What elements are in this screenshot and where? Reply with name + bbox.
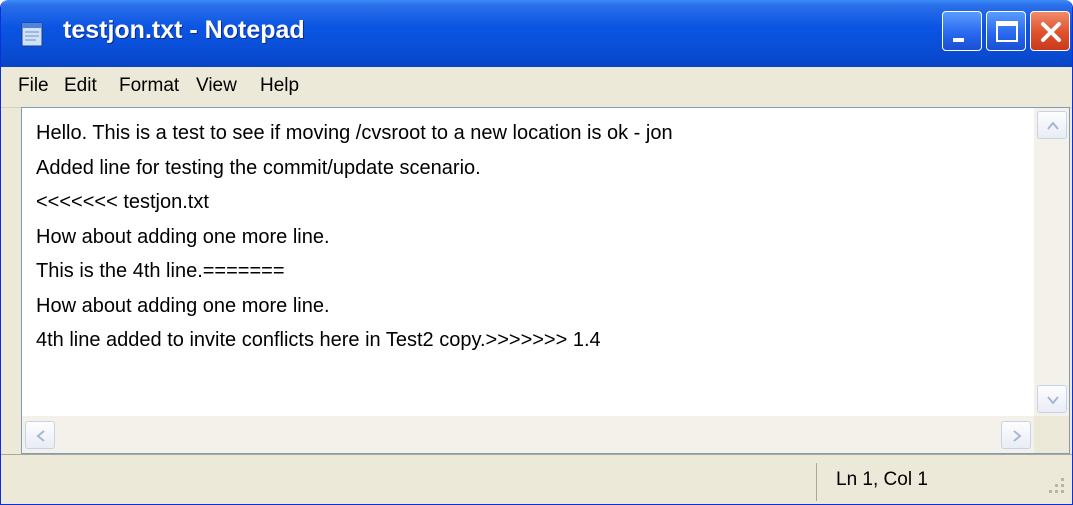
scrollbar-corner [1034,416,1069,453]
menu-view[interactable]: View [196,75,237,97]
cursor-position: Ln 1, Col 1 [836,469,928,490]
text-line: 4th line added to invite conflicts here … [36,329,601,351]
minimize-button[interactable] [942,11,982,51]
vertical-scrollbar[interactable] [1034,108,1069,416]
menu-edit[interactable]: Edit [64,75,97,97]
text-line: Added line for testing the commit/update… [36,156,481,179]
maximize-icon [996,21,1018,42]
menu-format[interactable]: Format [119,75,179,97]
title-bar[interactable]: testjon.txt - Notepad [1,0,1072,67]
text-line: <<<<<<< testjon.txt [36,191,209,213]
horizontal-scrollbar[interactable] [22,416,1034,453]
notepad-window: testjon.txt - Notepad File Edit Format V… [0,0,1073,505]
window-title: testjon.txt - Notepad [63,16,305,44]
arrow-up-icon [1047,121,1059,130]
close-button[interactable] [1030,11,1070,51]
arrow-down-icon [1047,396,1059,405]
minimize-icon [953,38,964,42]
arrow-left-icon [36,430,45,442]
status-divider [816,463,817,501]
text-line: How about adding one more line. [36,294,330,317]
editor-text-area[interactable]: Hello. This is a test to see if moving /… [22,108,1034,416]
scroll-down-button[interactable] [1037,385,1067,413]
notepad-icon[interactable] [19,20,45,48]
scroll-left-button[interactable] [25,421,55,449]
close-icon [1041,22,1061,42]
scroll-right-button[interactable] [1001,421,1031,449]
resize-grip-icon[interactable] [1043,468,1069,498]
maximize-button[interactable] [986,11,1026,51]
text-line: This is the 4th line.======= [36,260,285,282]
scroll-up-button[interactable] [1037,111,1067,139]
text-line: How about adding one more line. [36,225,330,248]
menu-help[interactable]: Help [260,75,299,97]
menu-file[interactable]: File [18,75,49,97]
status-bar: Ln 1, Col 1 [1,454,1072,504]
text-line: Hello. This is a test to see if moving /… [36,122,673,144]
arrow-right-icon [1013,430,1022,442]
menu-bar: File Edit Format View Help [1,67,1072,108]
text-editor: Hello. This is a test to see if moving /… [21,107,1070,454]
